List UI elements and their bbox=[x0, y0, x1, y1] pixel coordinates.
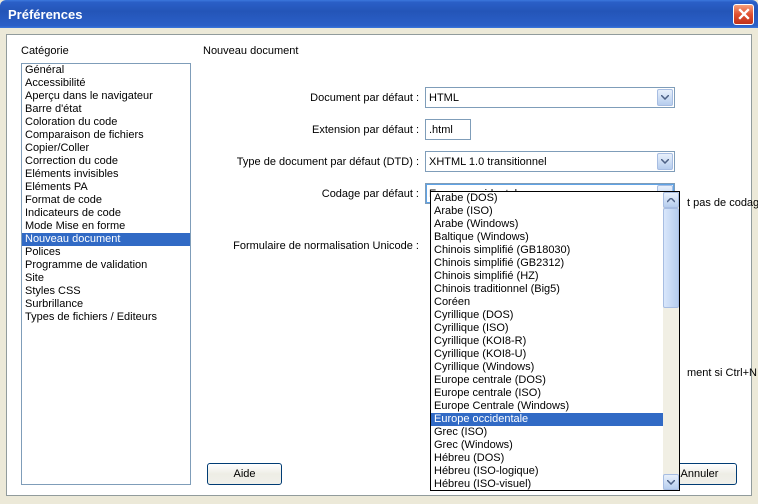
close-icon bbox=[738, 8, 750, 20]
category-item[interactable]: Barre d'état bbox=[22, 103, 190, 116]
category-heading: Catégorie bbox=[21, 45, 191, 57]
scroll-up-button[interactable] bbox=[663, 192, 679, 208]
encoding-option[interactable]: Chinois simplifié (GB2312) bbox=[431, 257, 663, 270]
scroll-thumb[interactable] bbox=[663, 208, 679, 308]
encoding-option[interactable]: Chinois simplifié (HZ) bbox=[431, 270, 663, 283]
encoding-option[interactable]: Baltique (Windows) bbox=[431, 231, 663, 244]
category-item[interactable]: Nouveau document bbox=[22, 233, 190, 246]
category-item[interactable]: Mode Mise en forme bbox=[22, 220, 190, 233]
category-item[interactable]: Indicateurs de code bbox=[22, 207, 190, 220]
category-item[interactable]: Programme de validation bbox=[22, 259, 190, 272]
encoding-option[interactable]: Chinois traditionnel (Big5) bbox=[431, 283, 663, 296]
category-item[interactable]: Eléments PA bbox=[22, 181, 190, 194]
category-item[interactable]: Surbrillance bbox=[22, 298, 190, 311]
category-item[interactable]: Comparaison de fichiers bbox=[22, 129, 190, 142]
title-bar: Préférences bbox=[0, 0, 758, 28]
category-item[interactable]: Site bbox=[22, 272, 190, 285]
category-item[interactable]: Correction du code bbox=[22, 155, 190, 168]
encoding-option[interactable]: Arabe (Windows) bbox=[431, 218, 663, 231]
encoding-option[interactable]: Cyrillique (ISO) bbox=[431, 322, 663, 335]
encoding-option[interactable]: Hébreu (ISO-visuel) bbox=[431, 478, 663, 490]
unicode-norm-label: Formulaire de normalisation Unicode : bbox=[203, 240, 425, 252]
category-item[interactable]: Général bbox=[22, 64, 190, 77]
partial-text-ctrln: ment si Ctrl+N est utilisé bbox=[687, 367, 758, 379]
encoding-option[interactable]: Cyrillique (Windows) bbox=[431, 361, 663, 374]
encoding-option[interactable]: Cyrillique (KOI8-U) bbox=[431, 348, 663, 361]
default-dtd-dropdown[interactable]: XHTML 1.0 transitionnel bbox=[425, 151, 675, 172]
help-button[interactable]: Aide bbox=[207, 463, 282, 485]
scrollbar[interactable] bbox=[663, 192, 679, 490]
scroll-down-button[interactable] bbox=[663, 474, 679, 490]
encoding-option[interactable]: Cyrillique (DOS) bbox=[431, 309, 663, 322]
category-column: Catégorie GénéralAccessibilitéAperçu dan… bbox=[21, 45, 191, 485]
chevron-down-icon bbox=[657, 153, 673, 170]
panel-heading: Nouveau document bbox=[203, 45, 737, 57]
category-item[interactable]: Coloration du code bbox=[22, 116, 190, 129]
encoding-option[interactable]: Grec (ISO) bbox=[431, 426, 663, 439]
category-item[interactable]: Copier/Coller bbox=[22, 142, 190, 155]
default-encoding-label: Codage par défaut : bbox=[203, 188, 425, 200]
encoding-option[interactable]: Chinois simplifié (GB18030) bbox=[431, 244, 663, 257]
chevron-down-icon bbox=[667, 480, 675, 485]
encoding-option[interactable]: Hébreu (DOS) bbox=[431, 452, 663, 465]
encoding-option[interactable]: Europe centrale (ISO) bbox=[431, 387, 663, 400]
encoding-option[interactable]: Coréen bbox=[431, 296, 663, 309]
default-ext-input[interactable] bbox=[425, 119, 471, 140]
default-ext-label: Extension par défaut : bbox=[203, 124, 425, 136]
encoding-option[interactable]: Cyrillique (KOI8-R) bbox=[431, 335, 663, 348]
encoding-option[interactable]: Arabe (DOS) bbox=[431, 192, 663, 205]
encoding-option[interactable]: Europe centrale (DOS) bbox=[431, 374, 663, 387]
category-list[interactable]: GénéralAccessibilitéAperçu dans le navig… bbox=[21, 63, 191, 485]
category-item[interactable]: Format de code bbox=[22, 194, 190, 207]
encoding-option[interactable]: Arabe (ISO) bbox=[431, 205, 663, 218]
category-item[interactable]: Types de fichiers / Editeurs bbox=[22, 311, 190, 324]
settings-panel: Nouveau document Document par défaut : H… bbox=[203, 45, 737, 485]
category-item[interactable]: Eléments invisibles bbox=[22, 168, 190, 181]
category-item[interactable]: Accessibilité bbox=[22, 77, 190, 90]
category-item[interactable]: Styles CSS bbox=[22, 285, 190, 298]
default-doc-value: HTML bbox=[429, 92, 657, 104]
window-title: Préférences bbox=[8, 7, 733, 22]
encoding-options-list[interactable]: Arabe (DOS)Arabe (ISO)Arabe (Windows)Bal… bbox=[430, 191, 680, 491]
encoding-option[interactable]: Grec (Windows) bbox=[431, 439, 663, 452]
encoding-option[interactable]: Europe Centrale (Windows) bbox=[431, 400, 663, 413]
encoding-option[interactable]: Europe occidentale bbox=[431, 413, 663, 426]
chevron-down-icon bbox=[657, 89, 673, 106]
default-doc-dropdown[interactable]: HTML bbox=[425, 87, 675, 108]
default-dtd-label: Type de document par défaut (DTD) : bbox=[203, 156, 425, 168]
default-doc-label: Document par défaut : bbox=[203, 92, 425, 104]
category-item[interactable]: Aperçu dans le navigateur bbox=[22, 90, 190, 103]
encoding-option[interactable]: Hébreu (ISO-logique) bbox=[431, 465, 663, 478]
content-pane: Catégorie GénéralAccessibilitéAperçu dan… bbox=[6, 34, 752, 496]
close-button[interactable] bbox=[733, 4, 754, 25]
category-item[interactable]: Polices bbox=[22, 246, 190, 259]
default-dtd-value: XHTML 1.0 transitionnel bbox=[429, 156, 657, 168]
partial-text-encoding: t pas de codage bbox=[687, 197, 758, 209]
chevron-up-icon bbox=[667, 198, 675, 203]
